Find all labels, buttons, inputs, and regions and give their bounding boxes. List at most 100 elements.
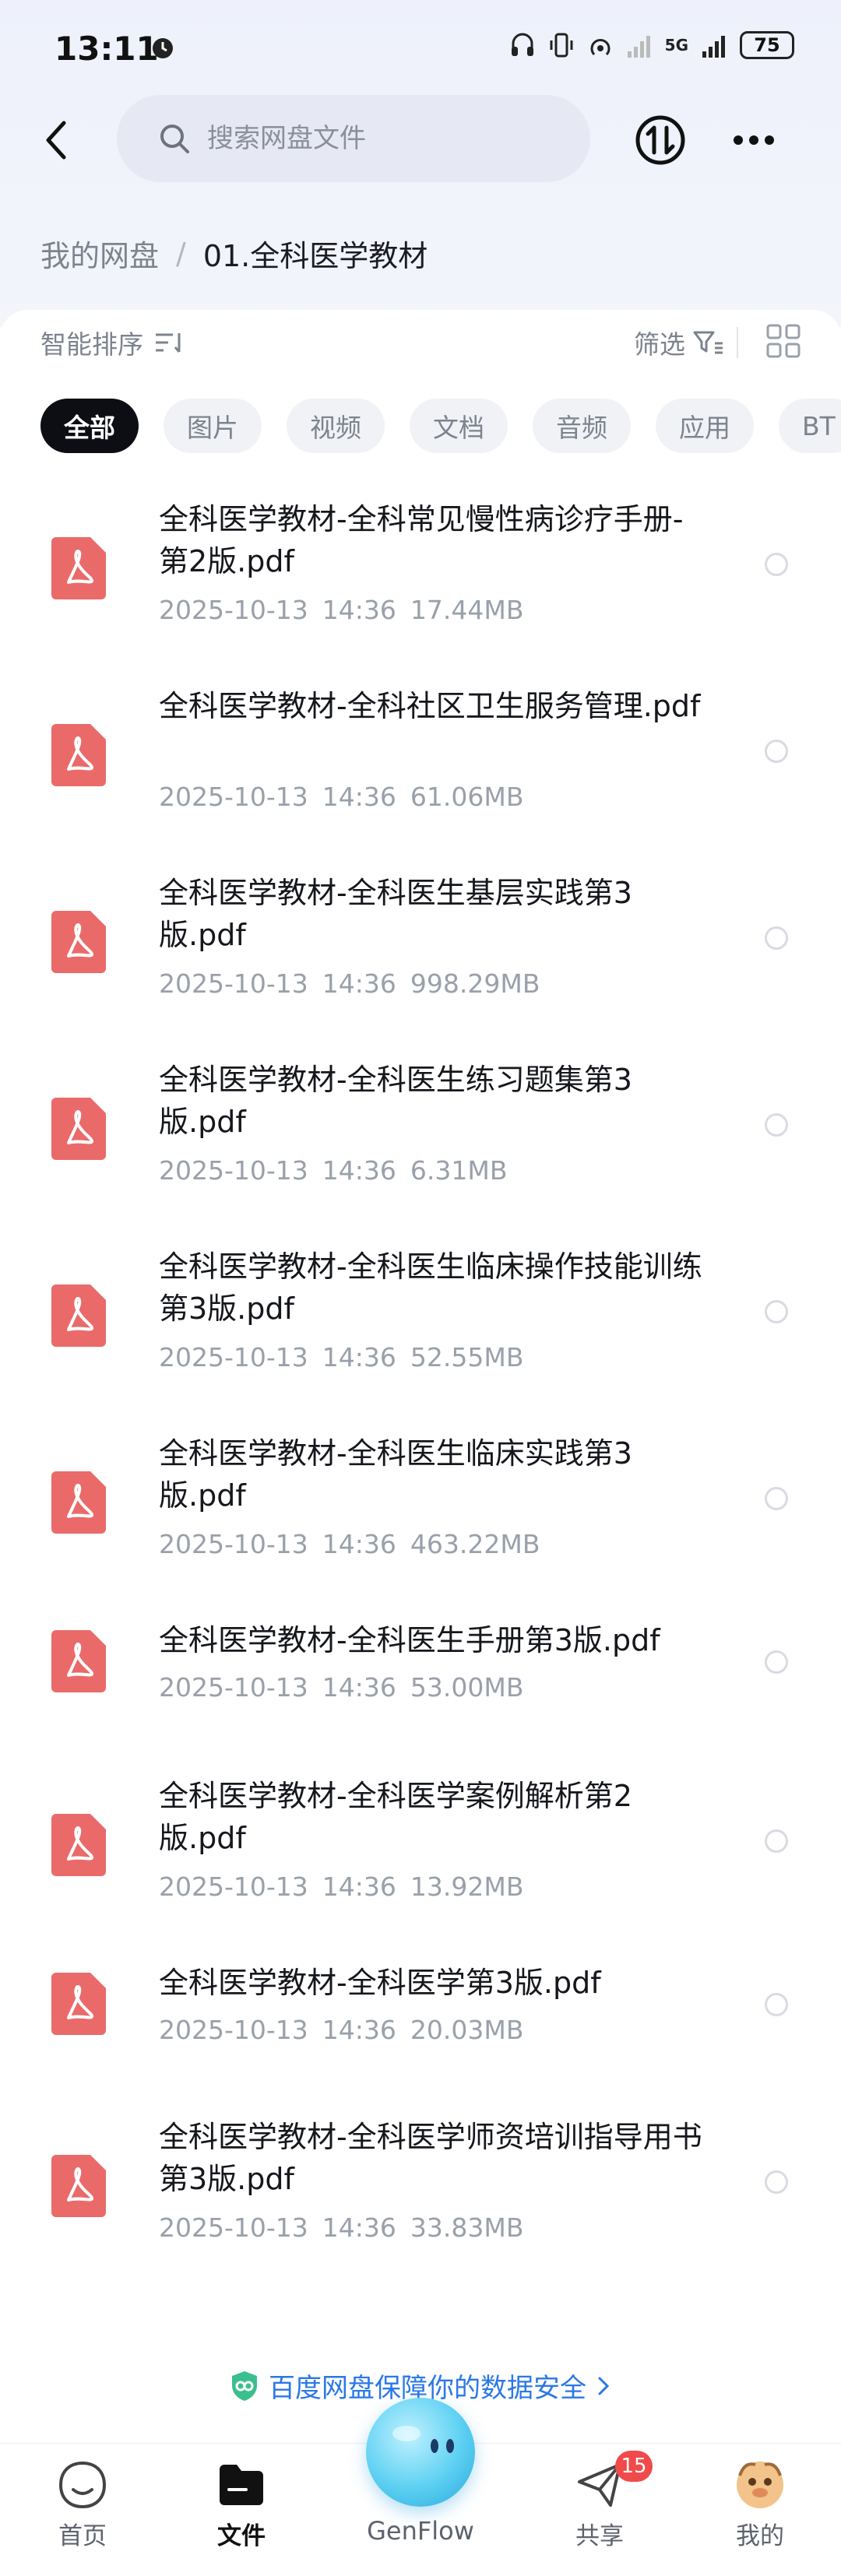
file-size: 53.00MB bbox=[410, 1672, 524, 1703]
file-size: 463.22MB bbox=[410, 1529, 540, 1559]
file-name: 全科医学教材-全科医生临床操作技能训练第3版.pdf bbox=[159, 1249, 702, 1326]
file-date: 2025-10-13 bbox=[159, 782, 308, 812]
file-meta: 2025-10-13 14:36 52.55MB bbox=[159, 1342, 523, 1372]
select-radio[interactable] bbox=[765, 1993, 788, 2016]
home-icon bbox=[58, 2461, 107, 2509]
file-date: 2025-10-13 bbox=[159, 1672, 308, 1703]
status-icons: 5G 75 bbox=[509, 31, 794, 59]
file-time: 14:36 bbox=[322, 595, 396, 625]
file-time: 14:36 bbox=[322, 1529, 396, 1559]
select-radio[interactable] bbox=[765, 1829, 788, 1853]
nav-home[interactable]: 首页 bbox=[28, 2458, 137, 2551]
genflow-mascot-icon bbox=[392, 2426, 454, 2453]
file-size: 33.83MB bbox=[410, 2212, 524, 2243]
more-button[interactable] bbox=[723, 109, 785, 171]
sort-icon bbox=[156, 333, 181, 353]
nav-files[interactable]: 文件 bbox=[187, 2458, 296, 2551]
headphones-icon bbox=[511, 33, 533, 56]
file-size: 17.44MB bbox=[410, 595, 524, 625]
chip-apps[interactable]: 应用 bbox=[656, 399, 754, 453]
chip-audio[interactable]: 音频 bbox=[533, 399, 631, 453]
chip-bt[interactable]: BT bbox=[779, 399, 841, 453]
pdf-file-icon bbox=[51, 724, 106, 786]
nav-share-label: 共享 bbox=[575, 2522, 624, 2550]
file-name: 全科医学教材-全科医学第3版.pdf bbox=[159, 1966, 601, 2000]
pdf-file-icon bbox=[51, 1973, 106, 2035]
search-bar[interactable] bbox=[117, 95, 590, 182]
select-radio[interactable] bbox=[765, 1113, 788, 1137]
genflow-label: GenFlow bbox=[367, 2516, 474, 2546]
file-size: 13.92MB bbox=[410, 1871, 524, 1902]
share-badge: 15 bbox=[615, 2451, 653, 2482]
chip-documents[interactable]: 文档 bbox=[410, 399, 508, 453]
chip-all[interactable]: 全部 bbox=[40, 399, 139, 453]
folder-icon bbox=[220, 2465, 263, 2505]
filter-label: 筛选 bbox=[634, 329, 685, 360]
select-radio[interactable] bbox=[765, 926, 788, 950]
file-size: 20.03MB bbox=[410, 2015, 524, 2045]
file-time: 14:36 bbox=[322, 2015, 396, 2045]
pdf-file-icon bbox=[51, 537, 106, 599]
file-meta: 2025-10-13 14:36 13.92MB bbox=[159, 1871, 523, 1902]
file-meta: 2025-10-13 14:36 463.22MB bbox=[159, 1529, 540, 1559]
transfer-button[interactable] bbox=[629, 109, 691, 171]
file-size: 52.55MB bbox=[410, 1342, 524, 1372]
alarm-icon bbox=[153, 38, 173, 58]
breadcrumb-separator: / bbox=[176, 236, 186, 271]
select-radio[interactable] bbox=[765, 740, 788, 763]
select-radio[interactable] bbox=[765, 553, 788, 576]
file-time: 14:36 bbox=[322, 1155, 396, 1186]
battery-indicator: 75 bbox=[740, 31, 794, 59]
vibrate-icon bbox=[550, 33, 573, 58]
back-arrow-icon bbox=[46, 121, 66, 160]
file-date: 2025-10-13 bbox=[159, 1871, 308, 1902]
file-name: 全科医学教材-全科医学师资培训指导用书第3版.pdf bbox=[159, 2120, 702, 2196]
search-input[interactable] bbox=[206, 122, 567, 155]
breadcrumb: 我的网盘 / 01.全科医学教材 bbox=[40, 232, 428, 275]
file-size: 6.31MB bbox=[410, 1155, 508, 1186]
signal-strong-icon bbox=[702, 36, 725, 58]
avatar-icon bbox=[737, 2462, 783, 2508]
file-time: 14:36 bbox=[322, 1672, 396, 1703]
select-radio[interactable] bbox=[765, 1487, 788, 1510]
select-radio[interactable] bbox=[765, 1300, 788, 1323]
pdf-file-icon bbox=[51, 1284, 106, 1347]
file-meta: 2025-10-13 14:36 61.06MB bbox=[159, 782, 523, 812]
sort-label: 智能排序 bbox=[40, 329, 143, 360]
breadcrumb-root[interactable]: 我的网盘 bbox=[40, 232, 159, 275]
toolbar-divider bbox=[737, 327, 738, 358]
network-label: 5G bbox=[664, 36, 688, 54]
filter-button[interactable]: 筛选 bbox=[634, 324, 724, 361]
chip-images[interactable]: 图片 bbox=[164, 399, 262, 453]
file-name: 全科医学教材-全科医生临床实践第3版.pdf bbox=[159, 1436, 632, 1513]
pdf-file-icon bbox=[51, 1814, 106, 1876]
file-meta: 2025-10-13 14:36 998.29MB bbox=[159, 968, 540, 999]
signal-icon bbox=[627, 36, 650, 58]
select-radio[interactable] bbox=[765, 1650, 788, 1674]
hotspot-icon bbox=[590, 39, 611, 56]
file-time: 14:36 bbox=[322, 2212, 396, 2243]
file-meta: 2025-10-13 14:36 53.00MB bbox=[159, 1672, 523, 1703]
file-name: 全科医学教材-全科社区卫生服务管理.pdf bbox=[159, 689, 701, 723]
breadcrumb-current: 01.全科医学教材 bbox=[202, 239, 428, 273]
file-name: 全科医学教材-全科医生练习题集第3版.pdf bbox=[159, 1063, 632, 1139]
file-date: 2025-10-13 bbox=[159, 968, 308, 999]
file-size: 61.06MB bbox=[410, 782, 524, 812]
transfer-icon bbox=[635, 115, 685, 165]
file-meta: 2025-10-13 14:36 20.03MB bbox=[159, 2015, 523, 2045]
file-date: 2025-10-13 bbox=[159, 1529, 308, 1559]
file-date: 2025-10-13 bbox=[159, 2212, 308, 2243]
file-name: 全科医学教材-全科医学案例解析第2版.pdf bbox=[159, 1779, 632, 1855]
nav-mine[interactable]: 我的 bbox=[706, 2458, 815, 2551]
nav-mine-label: 我的 bbox=[736, 2522, 784, 2550]
select-radio[interactable] bbox=[765, 2170, 788, 2194]
file-time: 14:36 bbox=[322, 782, 396, 812]
file-time: 14:36 bbox=[322, 1871, 396, 1902]
grid-view-icon[interactable] bbox=[765, 322, 802, 360]
file-name: 全科医学教材-全科医生手册第3版.pdf bbox=[159, 1623, 660, 1657]
chip-videos[interactable]: 视频 bbox=[287, 399, 385, 453]
sort-button[interactable]: 智能排序 bbox=[40, 324, 185, 361]
file-size: 998.29MB bbox=[410, 968, 540, 999]
genflow-button[interactable] bbox=[366, 2398, 475, 2507]
back-button[interactable] bbox=[31, 109, 81, 171]
